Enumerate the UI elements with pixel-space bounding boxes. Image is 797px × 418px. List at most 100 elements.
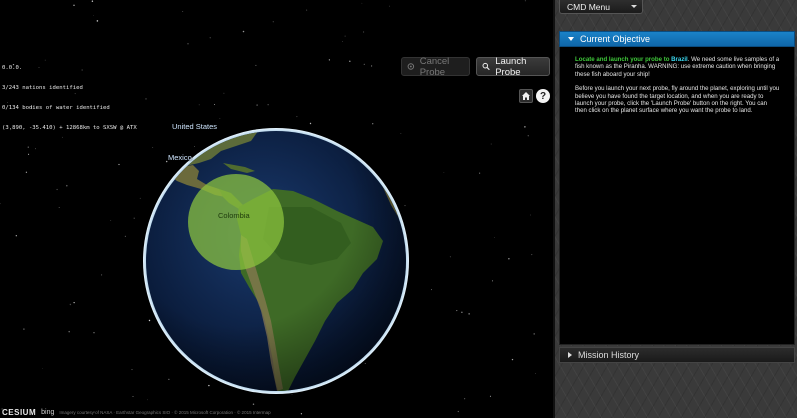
star (91, 0, 94, 2)
star (96, 20, 99, 22)
star (489, 395, 491, 397)
star (255, 64, 257, 66)
help-button[interactable]: ? (536, 89, 550, 103)
star (73, 4, 75, 6)
star (42, 367, 44, 369)
map-label-colombia: Colombia (218, 211, 250, 220)
star (371, 65, 373, 67)
star (461, 311, 463, 313)
chevron-down-icon (631, 5, 637, 8)
star (28, 153, 30, 155)
star (187, 43, 189, 45)
star (92, 15, 94, 16)
star (267, 104, 269, 106)
search-icon (482, 62, 490, 71)
star (223, 92, 225, 94)
star (209, 37, 211, 39)
star (147, 399, 148, 401)
star (182, 11, 184, 12)
hud-status: 0.0.0. 3/243 nations identified 0/134 bo… (2, 52, 137, 144)
cancel-probe-button[interactable]: Cancel Probe (401, 56, 470, 78)
imagery-credits: Imagery courtesy of NASA · Earthstar Geo… (59, 409, 271, 415)
home-button[interactable] (519, 89, 533, 103)
star (198, 104, 200, 106)
star (524, 0, 526, 2)
cesium-logo[interactable]: CESIUM (2, 408, 36, 417)
hud-line: 0/134 bodies of water identified (2, 104, 110, 111)
star (530, 214, 531, 216)
star (256, 104, 258, 106)
star (23, 328, 25, 330)
star (328, 59, 331, 61)
objective-instructions: Before you launch your next probe, fly a… (575, 85, 780, 115)
bing-logo[interactable]: bing (41, 409, 54, 416)
star (511, 358, 514, 361)
star (131, 369, 133, 371)
star (449, 256, 451, 258)
star (145, 98, 147, 100)
current-objective-title: Current Objective (580, 34, 651, 44)
objective-intro: Locate and launch your probe to (575, 56, 672, 63)
star (527, 135, 529, 137)
star (73, 302, 75, 304)
current-objective-header[interactable]: Current Objective (559, 31, 795, 47)
hud-line: (3.890, -35.410) + 12868km to SXSW @ ATX (2, 124, 137, 131)
star (479, 172, 481, 174)
star (456, 310, 458, 312)
cmd-menu-button[interactable]: CMD Menu (559, 0, 643, 14)
star (431, 289, 432, 291)
star (93, 332, 95, 334)
star (0, 203, 1, 205)
help-icon: ? (539, 90, 547, 102)
star (68, 330, 70, 333)
star (464, 398, 466, 400)
mission-history-header[interactable]: Mission History (559, 347, 795, 363)
launch-probe-label: Launch Probe (495, 55, 527, 78)
star (252, 403, 255, 405)
objective-brief: Locate and launch your probe to Brazil. … (575, 56, 780, 78)
globe-shading (146, 131, 406, 391)
star (296, 116, 298, 118)
star (69, 303, 72, 306)
star (309, 122, 312, 125)
star (124, 235, 127, 238)
globe[interactable] (141, 127, 411, 395)
star (306, 9, 308, 11)
star (118, 163, 120, 166)
star (110, 220, 112, 222)
objective-body: Locate and launch your probe to Brazil. … (559, 47, 795, 345)
star (133, 217, 135, 219)
globe-viewport[interactable]: 0.0.0. 3/243 nations identified 0/134 bo… (0, 0, 553, 418)
star (534, 373, 536, 374)
cancel-icon (407, 63, 415, 70)
target-country: Brazil (671, 56, 688, 63)
star (533, 333, 535, 335)
star (214, 103, 216, 105)
attribution-bar: CESIUM bing Imagery courtesy of NASA · E… (0, 406, 553, 418)
map-label-mexico: Mexico (168, 153, 192, 162)
star (508, 258, 510, 260)
star (219, 118, 221, 119)
star (494, 237, 495, 238)
star (56, 188, 58, 191)
hud-line: 0.0.0. (2, 65, 23, 72)
hud-line: 3/243 nations identified (2, 84, 83, 91)
star (242, 30, 245, 33)
star (361, 2, 363, 4)
cmd-menu-label: CMD Menu (567, 1, 610, 12)
command-panel: CMD Menu Current Objective Locate and la… (553, 0, 797, 418)
star (25, 171, 28, 173)
star (27, 146, 29, 148)
expand-right-icon (568, 352, 572, 358)
star (272, 21, 274, 23)
star (34, 148, 36, 150)
star (363, 63, 365, 66)
current-objective-section: Current Objective Locate and launch your… (559, 31, 795, 345)
star (349, 60, 351, 62)
star (101, 274, 103, 276)
star (342, 41, 343, 42)
star (344, 35, 346, 37)
star (490, 143, 492, 145)
launch-probe-button[interactable]: Launch Probe (476, 55, 550, 78)
star (66, 184, 68, 187)
